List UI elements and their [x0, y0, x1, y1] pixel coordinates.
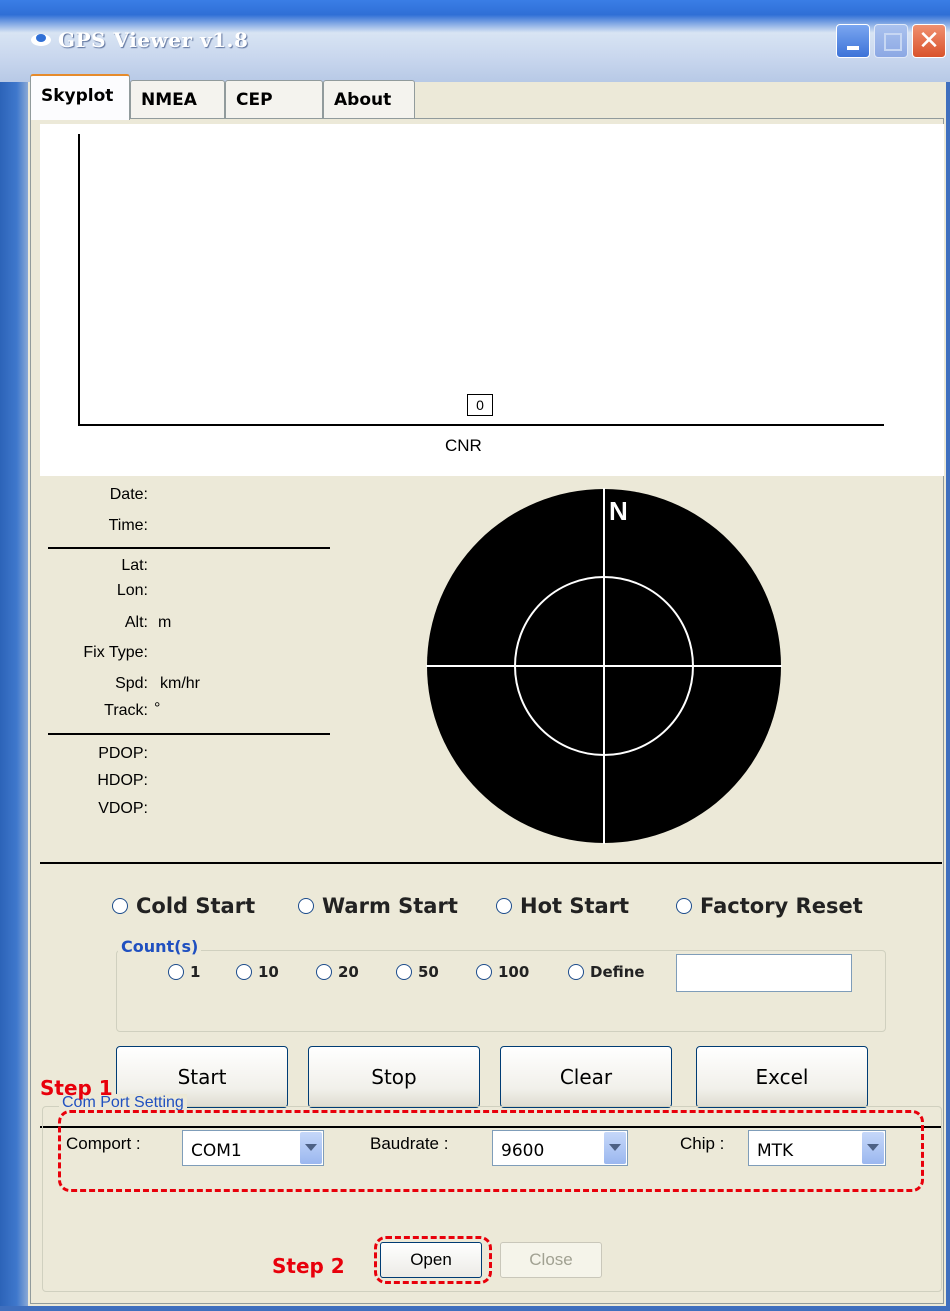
stop-button[interactable]: Stop: [308, 1046, 480, 1108]
track-unit: °: [154, 700, 161, 717]
cnr-x-axis: [78, 424, 884, 426]
define-count-input[interactable]: [676, 954, 852, 992]
radio-icon[interactable]: [112, 898, 128, 914]
satellite-id-box: 0: [467, 394, 493, 416]
alt-label: Alt:: [124, 614, 148, 631]
hot-start-label: Hot Start: [520, 894, 630, 918]
step1-label: Step 1: [40, 1076, 113, 1100]
count-option-label: 100: [498, 963, 530, 981]
cold-start-option[interactable]: Cold Start: [112, 894, 255, 918]
maximize-button[interactable]: [874, 24, 908, 58]
tab-about[interactable]: About: [323, 80, 415, 118]
close-window-button[interactable]: ✕: [912, 24, 946, 58]
speed-label: Spd:: [115, 675, 148, 692]
radio-icon[interactable]: [568, 964, 584, 980]
pdop-label: PDOP:: [98, 745, 148, 762]
radio-icon[interactable]: [496, 898, 512, 914]
window-border-bottom: [0, 1306, 950, 1311]
minimize-button[interactable]: [836, 24, 870, 58]
title-bar: GPS Viewer v1.8 ✕: [0, 0, 950, 82]
cnr-axis-label: CNR: [445, 436, 482, 455]
hdop-label: HDOP:: [97, 772, 148, 789]
count-option-100[interactable]: 100: [476, 963, 529, 981]
lon-label: Lon:: [116, 582, 148, 599]
radio-icon[interactable]: [676, 898, 692, 914]
date-label: Date:: [109, 486, 148, 503]
time-label: Time:: [108, 517, 148, 534]
window-title: GPS Viewer v1.8: [58, 28, 249, 52]
lat-label: Lat:: [121, 557, 148, 574]
skyplot-chart: N: [426, 488, 782, 844]
track-label: Track:: [104, 702, 148, 719]
step1-highlight: [58, 1110, 924, 1192]
count-option-label: 10: [258, 963, 279, 981]
cold-start-label: Cold Start: [136, 894, 256, 918]
fix-type-label: Fix Type:: [83, 644, 148, 661]
info-divider: [48, 733, 330, 735]
factory-reset-label: Factory Reset: [700, 894, 863, 918]
vdop-label: VDOP:: [98, 800, 148, 817]
speed-unit: km/hr: [160, 675, 200, 692]
step2-label: Step 2: [272, 1254, 345, 1278]
excel-button[interactable]: Excel: [696, 1046, 868, 1108]
clear-button[interactable]: Clear: [500, 1046, 672, 1108]
cnr-y-axis: [78, 134, 80, 426]
tab-cep[interactable]: CEP: [225, 80, 323, 118]
window-border-left: [0, 82, 28, 1311]
count-option-define[interactable]: Define: [568, 963, 645, 981]
count-option-50[interactable]: 50: [396, 963, 439, 981]
factory-reset-option[interactable]: Factory Reset: [676, 894, 863, 918]
hot-start-option[interactable]: Hot Start: [496, 894, 629, 918]
tab-skyplot[interactable]: Skyplot: [30, 74, 130, 120]
count-option-10[interactable]: 10: [236, 963, 279, 981]
count-option-1[interactable]: 1: [168, 963, 200, 981]
info-divider: [48, 547, 330, 549]
count-option-label: 20: [338, 963, 359, 981]
radio-icon[interactable]: [236, 964, 252, 980]
step2-highlight: [374, 1236, 492, 1284]
section-divider: [40, 862, 942, 864]
count-group-title: Count(s): [118, 937, 202, 956]
tab-nmea[interactable]: NMEA: [130, 80, 225, 118]
north-label: N: [609, 496, 628, 526]
count-option-20[interactable]: 20: [316, 963, 359, 981]
close-icon: ✕: [918, 26, 940, 56]
app-icon: [31, 34, 51, 46]
radio-icon[interactable]: [316, 964, 332, 980]
close-port-button[interactable]: Close: [500, 1242, 602, 1278]
count-option-label: 50: [418, 963, 439, 981]
radio-icon[interactable]: [298, 898, 314, 914]
window-border-right: [946, 82, 950, 1311]
warm-start-option[interactable]: Warm Start: [298, 894, 458, 918]
radio-icon[interactable]: [476, 964, 492, 980]
count-option-label: 1: [190, 963, 201, 981]
alt-unit: m: [158, 614, 172, 631]
radio-icon[interactable]: [396, 964, 412, 980]
warm-start-label: Warm Start: [322, 894, 458, 918]
radio-icon[interactable]: [168, 964, 184, 980]
count-option-label: Define: [590, 963, 645, 981]
